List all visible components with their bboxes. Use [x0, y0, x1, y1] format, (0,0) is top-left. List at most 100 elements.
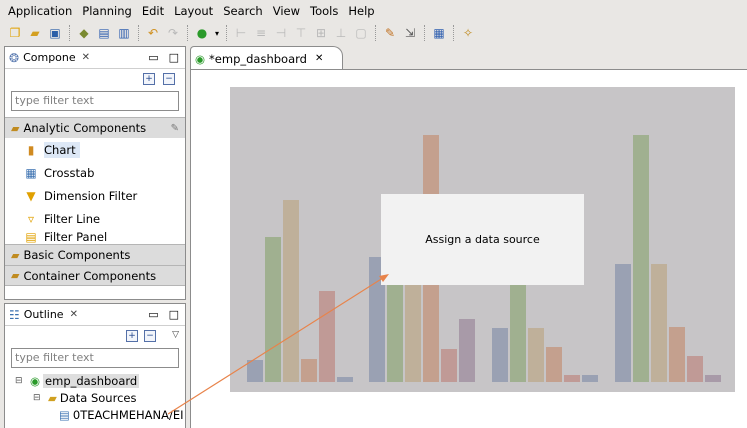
pencil-icon[interactable]: ✎ — [381, 24, 399, 42]
placeholder-bar — [459, 319, 475, 382]
align-middle-icon: ⊞ — [315, 26, 327, 40]
filter-panel-icon: ▤ — [25, 230, 37, 244]
expand-all-icon[interactable]: + — [126, 330, 139, 342]
undo-icon[interactable]: ↶ — [144, 24, 162, 42]
menu-tools[interactable]: Tools — [305, 4, 343, 18]
category-container-components[interactable]: ▰ Container Components — [5, 265, 185, 286]
component-item-chart[interactable]: ▮ Chart — [5, 138, 185, 161]
align-top-icon: ⊤ — [295, 26, 307, 40]
placeholder-bar — [247, 360, 263, 382]
close-icon[interactable]: ✕ — [82, 52, 90, 63]
components-icon: ❂ — [9, 50, 20, 65]
editor-tab-emp-dashboard[interactable]: ◉ *emp_dashboard ✕ — [190, 46, 343, 70]
assign-data-source-label: Assign a data source — [425, 233, 540, 246]
collapse-all-icon[interactable]: − — [144, 330, 157, 342]
outline-panel: ☷ Outline ✕ ▭ □ + − ▽ type filter text ⊟… — [4, 303, 186, 428]
expand-all-icon[interactable]: + — [143, 73, 155, 85]
tree-node-label: emp_dashboard — [43, 373, 140, 388]
menu-layout[interactable]: Layout — [169, 4, 218, 18]
placeholder-bar — [669, 327, 685, 382]
funnel-line-icon: ▿ — [27, 211, 35, 226]
component-item-label: Crosstab — [44, 165, 95, 180]
script-icon[interactable]: ✧ — [459, 24, 477, 42]
minimize-icon[interactable]: ▭ — [148, 308, 158, 321]
placeholder-bar — [651, 264, 667, 382]
bar-chart-icon: ▮ — [27, 142, 35, 157]
outline-filter-input[interactable]: type filter text — [11, 348, 179, 368]
maximize-icon[interactable]: □ — [169, 51, 179, 64]
crosstab-icon: ▦ — [25, 165, 37, 180]
export-icon[interactable]: ⇲ — [401, 24, 419, 42]
placeholder-bar — [705, 375, 721, 382]
component-item-filter-line[interactable]: ▿ Filter Line — [5, 207, 185, 230]
align-left-icon: ⊢ — [235, 26, 247, 40]
placeholder-bar — [582, 375, 598, 382]
align-right-icon: ⊣ — [275, 26, 287, 40]
outline-tree: ⊟ ◉ emp_dashboard ⊟ ▰ Data Sources ▤ 0TE… — [5, 372, 185, 423]
close-icon[interactable]: ✕ — [315, 53, 323, 64]
component-item-filter-panel[interactable]: ▤ Filter Panel — [5, 230, 185, 244]
open-icon[interactable]: ▰ — [26, 24, 44, 42]
components-filter-input[interactable]: type filter text — [11, 91, 179, 111]
component-item-dimension-filter[interactable]: ▼ Dimension Filter — [5, 184, 185, 207]
category-label: Basic Components — [23, 248, 131, 262]
placeholder-bar — [283, 200, 299, 382]
folder-icon: ▰ — [11, 269, 20, 282]
maximize-icon[interactable]: □ — [169, 308, 179, 321]
book-icon[interactable]: ▥ — [115, 24, 133, 42]
menu-view[interactable]: View — [268, 4, 305, 18]
outline-icon: ☷ — [9, 307, 20, 322]
placeholder-bar — [564, 375, 580, 382]
dashboard-icon: ◉ — [30, 373, 41, 388]
menu-edit[interactable]: Edit — [137, 4, 169, 18]
outline-panel-tab[interactable]: ☷ Outline ✕ ▭ □ — [5, 304, 185, 326]
components-panel: ❂ Compone ✕ ▭ □ + − type filter text ▰ A… — [4, 46, 186, 300]
tree-node-emp-dashboard[interactable]: ⊟ ◉ emp_dashboard — [15, 372, 185, 389]
component-item-label: Dimension Filter — [44, 188, 138, 203]
placeholder-bar — [615, 264, 631, 382]
deploy-icon[interactable]: ◆ — [75, 24, 93, 42]
menu-planning[interactable]: Planning — [77, 4, 137, 18]
run-icon[interactable]: ● — [193, 24, 211, 42]
tree-node-data-sources[interactable]: ⊟ ▰ Data Sources — [15, 389, 185, 406]
placeholder-bar — [387, 277, 403, 382]
placeholder-bar — [528, 328, 544, 382]
components-panel-tab[interactable]: ❂ Compone ✕ ▭ □ — [5, 47, 185, 69]
component-item-label: Filter Panel — [44, 230, 108, 244]
bookmark-icon[interactable]: ▤ — [95, 24, 113, 42]
minimize-icon[interactable]: ▭ — [148, 51, 158, 64]
editor-tab-label: *emp_dashboard — [209, 51, 307, 66]
collapse-all-icon[interactable]: − — [163, 73, 175, 85]
view-menu-icon[interactable]: ▽ — [172, 330, 179, 344]
funnel-icon: ▼ — [26, 188, 36, 203]
menu-application[interactable]: Application — [3, 4, 77, 18]
placeholder-bar — [633, 135, 649, 382]
close-icon[interactable]: ✕ — [70, 309, 78, 320]
toolbar-separator — [187, 25, 188, 41]
menu-help[interactable]: Help — [343, 4, 379, 18]
placeholder-bar — [687, 356, 703, 382]
category-basic-components[interactable]: ▰ Basic Components — [5, 244, 185, 265]
align-center-icon: ≡ — [255, 26, 267, 40]
tree-node-datasource[interactable]: ▤ 0TEACHMEHANA/EI — [15, 406, 185, 423]
component-item-label: Chart — [44, 141, 80, 158]
run-dropdown-icon[interactable]: ▾ — [213, 24, 221, 42]
placeholder-bar — [492, 328, 508, 382]
menu-search[interactable]: Search — [218, 4, 268, 18]
pin-icon[interactable]: ✎ — [171, 123, 179, 134]
tree-node-label: Data Sources — [59, 390, 137, 405]
component-item-crosstab[interactable]: ▦ Crosstab — [5, 161, 185, 184]
placeholder-bar — [510, 277, 526, 382]
table-icon[interactable]: ▦ — [430, 24, 448, 42]
collapse-toggle-icon[interactable]: ⊟ — [33, 393, 45, 403]
category-analytic-components[interactable]: ▰ Analytic Components ✎ — [5, 117, 185, 138]
save-icon[interactable]: ▣ — [46, 24, 64, 42]
components-expand-controls: + − — [5, 69, 185, 87]
placeholder-bar — [301, 359, 317, 382]
toolbar-separator — [424, 25, 425, 41]
collapse-toggle-icon[interactable]: ⊟ — [15, 376, 27, 386]
toolbar: ❐ ▰ ▣ ◆ ▤ ▥ ↶ ↷ ● ▾ ⊢ ≡ ⊣ ⊤ ⊞ ⊥ ▢ ✎ ⇲ ▦ … — [0, 22, 747, 44]
new-icon[interactable]: ❐ — [6, 24, 24, 42]
toolbar-separator — [226, 25, 227, 41]
assign-data-source-message[interactable]: Assign a data source — [381, 194, 584, 285]
